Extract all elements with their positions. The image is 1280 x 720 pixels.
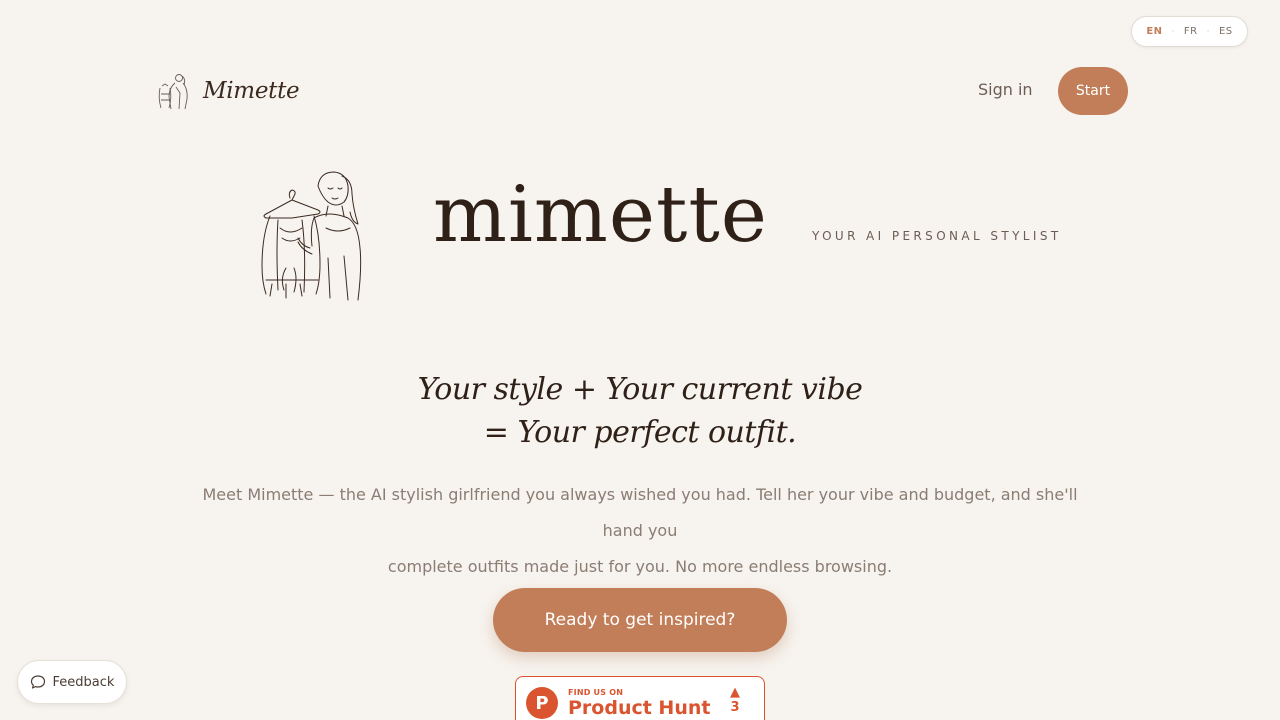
- feedback-label: Feedback: [52, 674, 115, 690]
- get-inspired-button[interactable]: Ready to get inspired?: [493, 588, 787, 652]
- product-hunt-votes: ▲ 3: [730, 685, 740, 716]
- brand-logo-link[interactable]: Mimette: [157, 72, 300, 110]
- lang-separator: ·: [1206, 26, 1210, 37]
- product-hunt-icon: P: [526, 687, 558, 719]
- vote-count: 3: [730, 700, 740, 715]
- hero-intro: Meet Mimette — the AI stylish girlfriend…: [190, 477, 1090, 585]
- product-hunt-text: FIND US ON Product Hunt: [568, 688, 710, 719]
- intro-line-2: complete outfits made just for you. No m…: [387, 557, 893, 576]
- sign-in-link[interactable]: Sign in: [978, 80, 1033, 99]
- lang-option-fr[interactable]: FR: [1184, 26, 1198, 37]
- language-switcher: EN · FR · ES: [1131, 16, 1248, 47]
- product-hunt-big-label: Product Hunt: [568, 697, 711, 719]
- intro-line-1: Meet Mimette — the AI stylish girlfriend…: [202, 485, 1078, 540]
- stylist-logo-icon: [158, 74, 188, 110]
- stylist-illustration: [261, 171, 362, 301]
- brand-name: Mimette: [203, 78, 300, 104]
- headline-line-2: = Your perfect outfit.: [483, 415, 797, 450]
- headline-line-1: Your style + Your current vibe: [417, 372, 863, 407]
- upvote-triangle-icon: ▲: [730, 685, 740, 700]
- product-hunt-small-label: FIND US ON: [568, 688, 624, 697]
- lang-separator: ·: [1171, 26, 1175, 37]
- chat-bubble-icon: [30, 675, 45, 689]
- lang-option-en[interactable]: EN: [1146, 26, 1162, 37]
- feedback-button[interactable]: Feedback: [17, 660, 127, 704]
- hero-wordmark: mimette: [433, 170, 768, 260]
- hero-headline: Your style + Your current vibe = Your pe…: [0, 368, 1280, 454]
- start-button[interactable]: Start: [1058, 67, 1128, 115]
- hero-tagline: YOUR AI PERSONAL STYLIST: [812, 229, 1062, 243]
- product-hunt-badge[interactable]: P FIND US ON Product Hunt ▲ 3: [515, 676, 765, 720]
- lang-option-es[interactable]: ES: [1219, 26, 1233, 37]
